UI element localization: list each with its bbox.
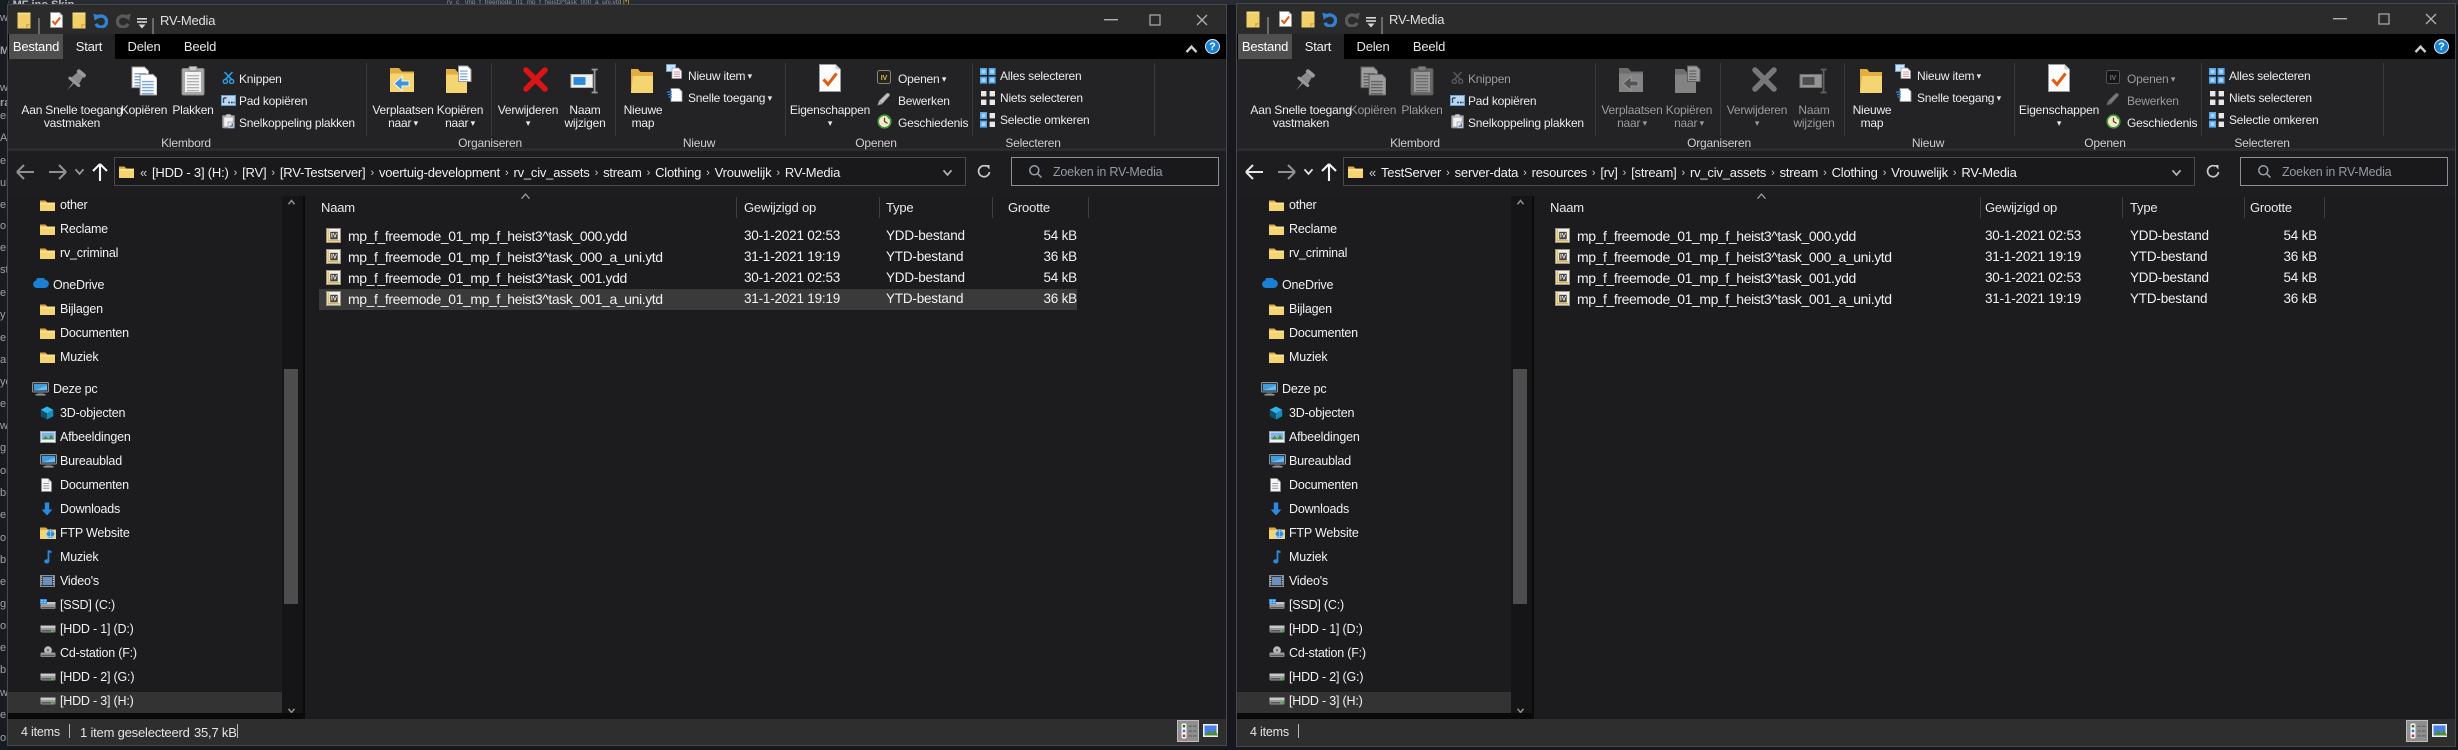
svg-text:IV: IV <box>1560 274 1567 281</box>
svg-text:IV: IV <box>1560 295 1567 302</box>
svg-text:IV: IV <box>2110 75 2117 82</box>
svg-text:IV: IV <box>881 75 888 82</box>
svg-text:IV: IV <box>331 232 338 239</box>
svg-text:IV: IV <box>1560 253 1567 260</box>
svg-text:IV: IV <box>1560 232 1567 239</box>
svg-text:IV: IV <box>331 274 338 281</box>
svg-text:IV: IV <box>331 295 338 302</box>
svg-text:IV: IV <box>331 253 338 260</box>
